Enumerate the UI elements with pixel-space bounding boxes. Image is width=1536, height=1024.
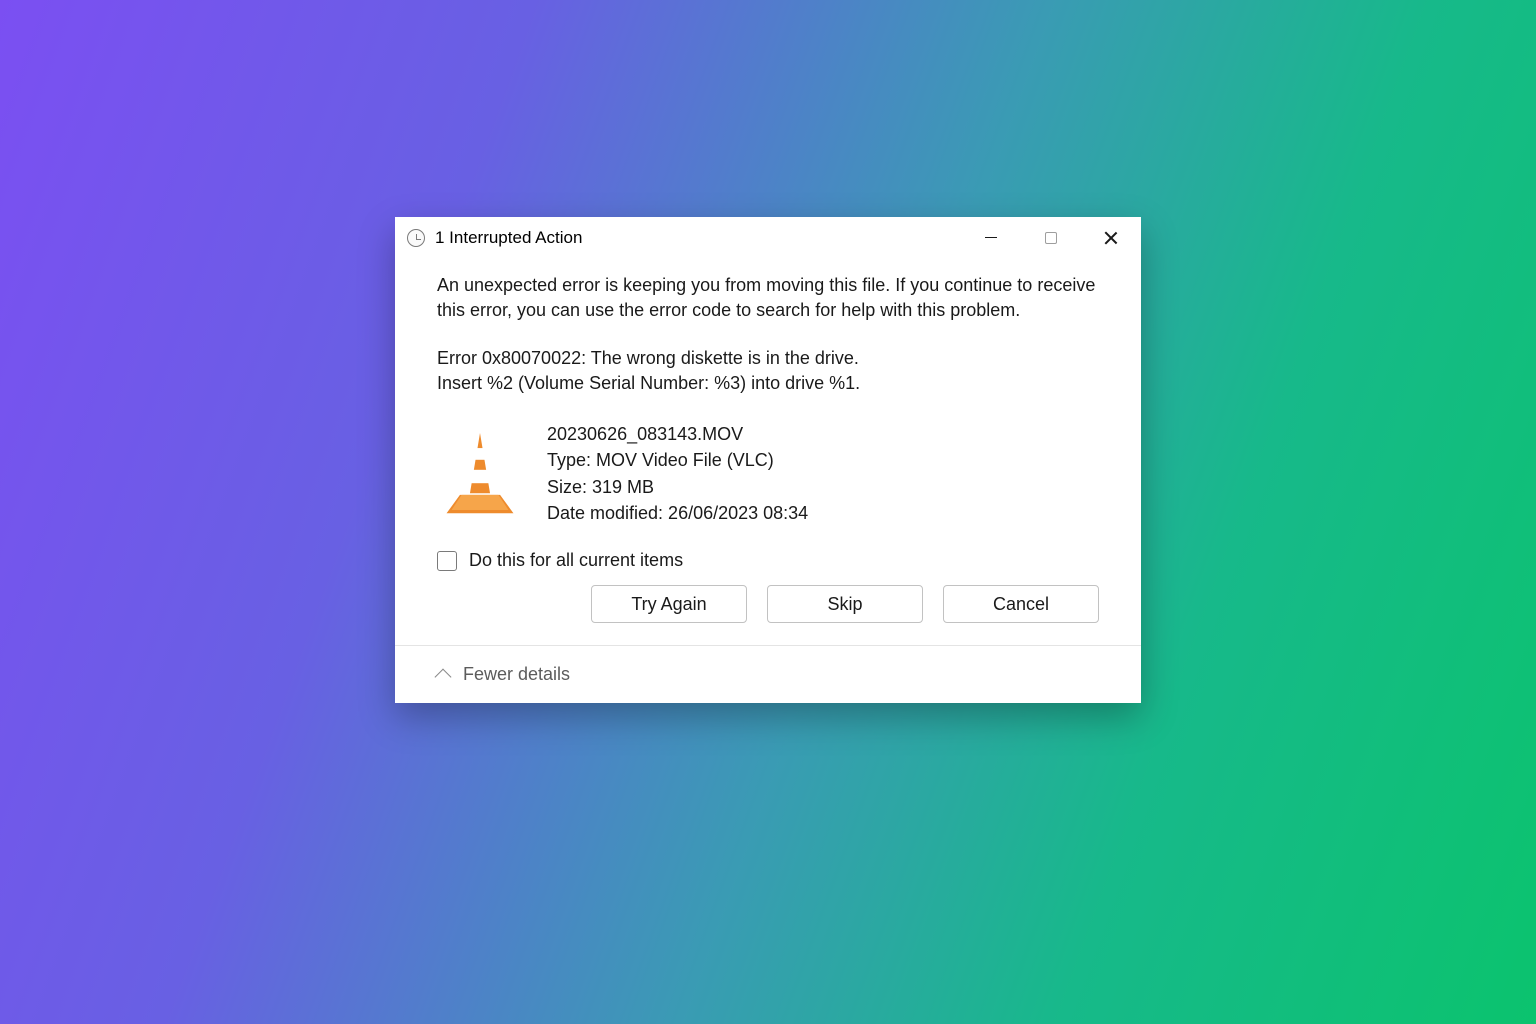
intro-text: An unexpected error is keeping you from … [437,273,1099,324]
close-button[interactable] [1081,217,1141,259]
dialog-button-row: Try Again Skip Cancel [437,585,1099,623]
skip-button[interactable]: Skip [767,585,923,623]
error-block: Error 0x80070022: The wrong diskette is … [437,346,1099,397]
close-icon [1104,231,1118,245]
dialog-content: An unexpected error is keeping you from … [395,259,1141,646]
do-for-all-checkbox[interactable] [437,551,457,571]
maximize-button[interactable] [1021,217,1081,259]
file-size: Size: 319 MB [547,475,808,501]
file-info-row: 20230626_083143.MOV Type: MOV Video File… [437,421,1099,528]
do-for-all-label: Do this for all current items [469,548,683,574]
titlebar: 1 Interrupted Action [395,217,1141,259]
minimize-button[interactable] [961,217,1021,259]
interrupted-action-dialog: 1 Interrupted Action An unexpected error… [395,217,1141,704]
do-for-all-row[interactable]: Do this for all current items [437,548,1099,574]
dialog-footer: Fewer details [395,645,1141,703]
try-again-button[interactable]: Try Again [591,585,747,623]
history-icon [407,229,425,247]
file-type: Type: MOV Video File (VLC) [547,448,808,474]
error-insert-line: Insert %2 (Volume Serial Number: %3) int… [437,371,1099,397]
maximize-icon [1045,232,1057,244]
cancel-button[interactable]: Cancel [943,585,1099,623]
fewer-details-label: Fewer details [463,664,570,685]
chevron-up-icon [435,668,452,685]
error-code-line: Error 0x80070022: The wrong diskette is … [437,346,1099,372]
file-name: 20230626_083143.MOV [547,422,808,448]
window-title: 1 Interrupted Action [435,228,582,248]
vlc-cone-icon [437,428,523,520]
window-controls [961,217,1141,259]
titlebar-left: 1 Interrupted Action [407,228,582,248]
file-modified: Date modified: 26/06/2023 08:34 [547,501,808,527]
fewer-details-toggle[interactable]: Fewer details [437,664,1099,685]
minimize-icon [985,237,997,238]
file-meta: 20230626_083143.MOV Type: MOV Video File… [547,421,808,528]
